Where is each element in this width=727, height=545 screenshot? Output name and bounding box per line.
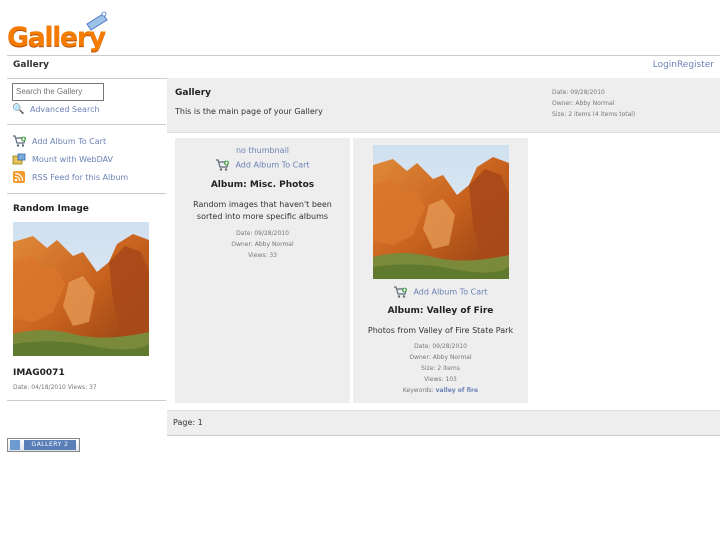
cart-link-label: Add Album To Cart	[413, 287, 488, 297]
album-card: Add Album To Cart Album: Valley of Fire …	[353, 138, 528, 403]
sidebar-item-label: Add Album To Cart	[32, 136, 107, 146]
register-link[interactable]: Register	[677, 60, 714, 70]
keywords-label: Keywords:	[402, 387, 434, 394]
cart-icon	[215, 159, 229, 171]
advanced-search-label: Advanced Search	[30, 105, 100, 114]
keyword-link[interactable]: valley of fire	[436, 387, 478, 394]
album-date: Date: 09/28/2010	[414, 343, 467, 350]
random-image-name[interactable]: IMAG0071	[13, 368, 65, 378]
divider	[7, 124, 166, 125]
random-image-meta: Date: 04/18/2010 Views: 37	[13, 384, 97, 391]
divider	[7, 193, 166, 194]
album-owner: Owner: Abby Normal	[409, 354, 472, 361]
gallery-face-icon	[10, 440, 20, 450]
gallery-logo[interactable]: Gallery	[7, 10, 108, 54]
add-album-to-cart-link[interactable]: Add Album To Cart	[175, 159, 350, 171]
album-title[interactable]: Album: Misc. Photos	[175, 180, 350, 190]
album-title[interactable]: Album: Valley of Fire	[353, 306, 528, 316]
badge-text: GALLERY 2	[24, 440, 76, 450]
breadcrumb[interactable]: Gallery	[13, 60, 49, 70]
sidebar-item-label: RSS Feed for this Album	[32, 172, 129, 182]
search-input[interactable]	[12, 83, 104, 101]
album-description-line: sorted into more specific albums	[196, 212, 329, 221]
album-header: Gallery This is the main page of your Ga…	[167, 78, 720, 133]
login-link[interactable]: Login	[653, 60, 677, 70]
header-bar: Gallery Login Register	[7, 55, 720, 79]
page-indicator: Page: 1	[173, 418, 203, 427]
album-size: Size: 2 items	[421, 365, 460, 372]
camera-sparkle-icon	[86, 11, 108, 31]
gallery2-badge[interactable]: GALLERY 2	[7, 438, 80, 452]
album-owner: Owner: Abby Normal	[231, 241, 294, 248]
album-meta: Date: 09/28/2010 Owner: Abby Normal View…	[175, 228, 350, 261]
album-card: no thumbnail Add Album To Cart Album: Mi…	[175, 138, 350, 403]
album-description: Photos from Valley of Fire State Park	[367, 326, 514, 335]
page-title: Gallery	[175, 88, 212, 98]
album-meta: Date: 09/28/2010 Owner: Abby Normal Size…	[353, 341, 528, 396]
album-date: Date: 09/28/2010	[236, 230, 289, 237]
album-description: Random images that haven't been sorted i…	[175, 199, 350, 223]
sidebar: 🔍 Advanced Search Add Album To Cart Mount…	[7, 78, 166, 401]
meta-size: Size: 2 items (4 items total)	[552, 111, 636, 118]
sidebar-item-label: Mount with WebDAV	[32, 154, 114, 164]
album-thumbnail[interactable]	[373, 145, 509, 279]
sidebar-add-album-to-cart[interactable]: Add Album To Cart	[12, 135, 106, 147]
meta-owner: Owner: Abby Normal	[552, 100, 615, 107]
divider	[7, 400, 166, 401]
meta-date: Date: 09/28/2010	[552, 89, 605, 96]
add-album-to-cart-link[interactable]: Add Album To Cart	[353, 286, 528, 298]
random-image-title: Random Image	[13, 204, 89, 214]
album-views: Views: 103	[424, 376, 457, 383]
album-views: Views: 33	[248, 252, 277, 259]
rss-icon	[13, 171, 25, 183]
cart-icon	[393, 286, 407, 298]
sidebar-mount-webdav[interactable]: Mount with WebDAV	[12, 153, 113, 165]
album-keywords: Keywords: valley of fire	[353, 385, 528, 396]
cart-link-label: Add Album To Cart	[235, 160, 310, 170]
webdav-icon	[12, 153, 26, 165]
advanced-search-link[interactable]: 🔍 Advanced Search	[12, 104, 100, 115]
page-description: This is the main page of your Gallery	[175, 107, 323, 116]
no-thumbnail-link[interactable]: no thumbnail	[175, 146, 350, 155]
album-description-line: Random images that haven't been	[193, 200, 332, 209]
cart-icon	[12, 135, 26, 147]
page-meta: Date: 09/28/2010 Owner: Abby Normal Size…	[552, 87, 635, 120]
pagination-bar: Page: 1	[167, 410, 720, 436]
random-image-thumbnail[interactable]	[13, 222, 149, 356]
sidebar-rss-feed[interactable]: RSS Feed for this Album	[12, 171, 128, 183]
magnifier-icon: 🔍	[12, 104, 25, 115]
